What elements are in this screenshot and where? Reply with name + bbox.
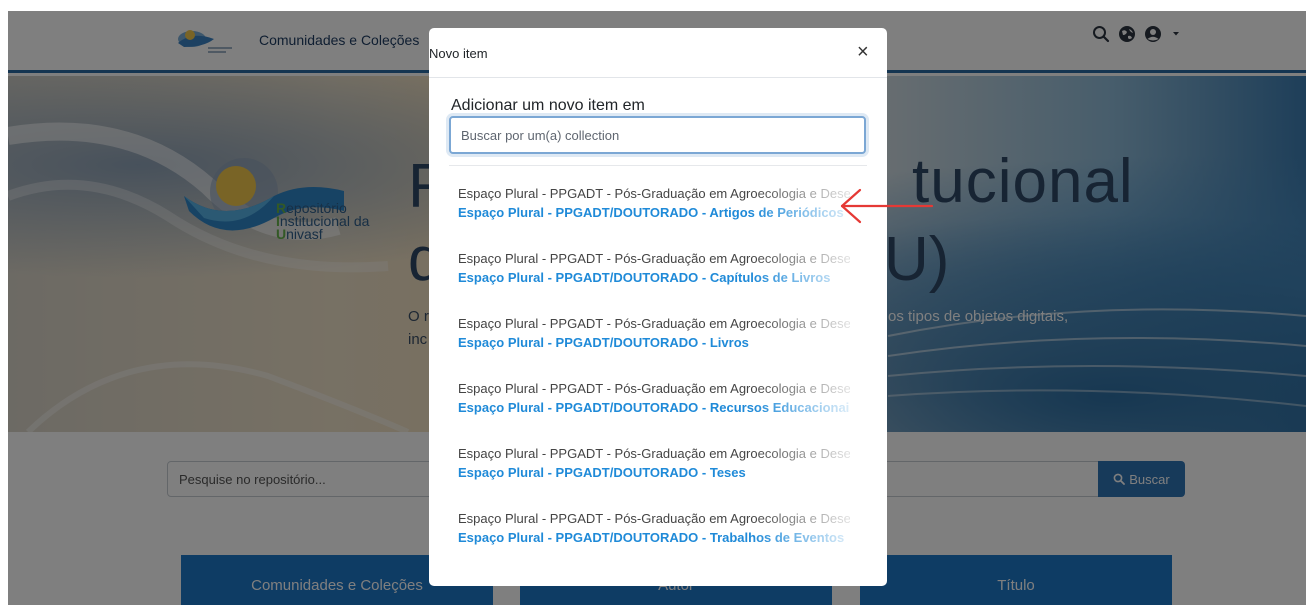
result-community-name: Espaço Plural - PPGADT - Pós-Graduação e… <box>458 316 850 331</box>
result-community-name: Espaço Plural - PPGADT - Pós-Graduação e… <box>458 511 850 526</box>
divider <box>449 165 867 166</box>
result-collection-name: Espaço Plural - PPGADT/DOUTORADO - Teses <box>458 465 746 480</box>
collection-result-item[interactable]: Espaço Plural - PPGADT - Pós-Graduação e… <box>429 508 887 564</box>
collection-search-field[interactable] <box>449 116 866 154</box>
close-icon[interactable]: × <box>857 42 869 62</box>
result-community-name: Espaço Plural - PPGADT - Pós-Graduação e… <box>458 381 850 396</box>
collection-search-input[interactable] <box>451 118 864 152</box>
result-collection-name: Espaço Plural - PPGADT/DOUTORADO - Capít… <box>458 270 831 285</box>
collection-result-item[interactable]: Espaço Plural - PPGADT - Pós-Graduação e… <box>429 248 887 304</box>
result-community-name: Espaço Plural - PPGADT - Pós-Graduação e… <box>458 251 850 266</box>
result-collection-name: Espaço Plural - PPGADT/DOUTORADO - Artig… <box>458 205 844 220</box>
modal-header: Novo item × <box>429 28 887 78</box>
collection-result-item[interactable]: Espaço Plural - PPGADT - Pós-Graduação e… <box>429 443 887 499</box>
annotation-arrow-icon <box>840 188 934 224</box>
result-community-name: Espaço Plural - PPGADT - Pós-Graduação e… <box>458 446 850 461</box>
result-collection-name: Espaço Plural - PPGADT/DOUTORADO - Recur… <box>458 400 850 415</box>
modal-search-label: Adicionar um novo item em <box>451 97 645 114</box>
result-collection-name: Espaço Plural - PPGADT/DOUTORADO - Livro… <box>458 335 749 350</box>
result-community-name: Espaço Plural - PPGADT - Pós-Graduação e… <box>458 186 850 201</box>
result-collection-name: Espaço Plural - PPGADT/DOUTORADO - Traba… <box>458 530 845 545</box>
new-item-modal: Novo item × Adicionar um novo item em Es… <box>429 28 887 586</box>
collection-result-item[interactable]: Espaço Plural - PPGADT - Pós-Graduação e… <box>429 378 887 434</box>
modal-title: Novo item <box>429 46 488 61</box>
collection-result-item[interactable]: Espaço Plural - PPGADT - Pós-Graduação e… <box>429 313 887 369</box>
collection-result-item[interactable]: Espaço Plural - PPGADT - Pós-Graduação e… <box>429 183 887 239</box>
